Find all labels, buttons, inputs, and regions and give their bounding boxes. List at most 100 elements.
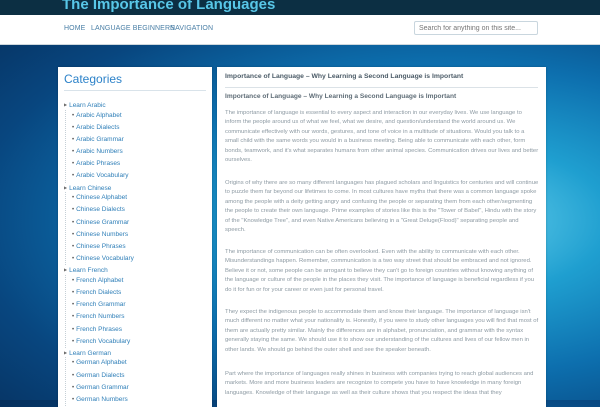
category-link[interactable]: ▶ Learn Chinese xyxy=(64,183,210,193)
bullet-icon: • xyxy=(72,384,75,391)
bullet-icon: • xyxy=(72,314,75,321)
subcategory-label: Arabic Phrases xyxy=(76,160,121,168)
bullet-icon: • xyxy=(72,195,75,202)
bullet-icon: • xyxy=(72,124,75,131)
bullet-icon: • xyxy=(72,289,75,296)
subcategory-list: • Arabic Alphabet • Arabic Dialects • Arabic … xyxy=(65,109,210,183)
bullet-icon: • xyxy=(72,231,75,238)
subcategory-label: Arabic Vocabulary xyxy=(76,172,129,180)
subcategory-list: • Chinese Alphabet • Chinese Dialects • Chine… xyxy=(65,192,210,266)
post-subtitle: Importance of Language – Why Learning a … xyxy=(225,93,457,100)
category-link[interactable]: ▶ Learn German xyxy=(64,348,210,358)
post-paragraph-4: They expect the indigenous people to acc… xyxy=(225,309,539,353)
nav-home[interactable]: HOME xyxy=(64,25,85,32)
post-paragraph-3: The importance of communication can be o… xyxy=(225,249,535,293)
subcategory-link[interactable]: • German Grammar xyxy=(66,382,210,394)
post-content: Importance of Language – Why Learning a … xyxy=(217,67,546,407)
bullet-icon: • xyxy=(72,372,75,379)
nav-navigation[interactable]: NAVIGATION xyxy=(170,25,213,32)
bullet-icon: • xyxy=(72,207,75,214)
subcategory-label: Arabic Alphabet xyxy=(76,111,122,119)
subcategory-link[interactable]: • Arabic Vocabulary xyxy=(66,170,210,182)
subcategory-link[interactable]: • French Alphabet xyxy=(66,275,210,287)
post-title[interactable]: Importance of Language – Why Learning a … xyxy=(225,73,463,80)
subcategory-label: Chinese Vocabulary xyxy=(76,255,134,263)
caret-right-icon: ▶ xyxy=(64,184,68,190)
category-list: ▶ Learn Arabic • Arabic Alphabet • Arabic Dia… xyxy=(64,100,210,407)
subcategory-list: • German Alphabet • German Dialects • German … xyxy=(65,357,210,407)
subcategory-label: Chinese Phrases xyxy=(76,242,126,250)
bullet-icon: • xyxy=(72,173,75,180)
subcategory-label: French Alphabet xyxy=(76,276,124,284)
subcategory-label: German Alphabet xyxy=(76,359,127,367)
subcategory-link[interactable]: • French Phrases xyxy=(66,324,210,336)
subcategory-label: Chinese Grammar xyxy=(76,218,130,226)
subcategory-link[interactable]: • French Grammar xyxy=(66,299,210,311)
bullet-icon: • xyxy=(72,161,75,168)
subcategory-label: French Numbers xyxy=(76,313,125,321)
bullet-icon: • xyxy=(72,277,75,284)
subcategory-link[interactable]: • Chinese Vocabulary xyxy=(66,253,210,265)
bullet-icon: • xyxy=(72,136,75,143)
search-input[interactable] xyxy=(414,21,538,35)
subcategory-label: Chinese Dialects xyxy=(76,206,125,214)
subcategory-label: German Grammar xyxy=(76,383,129,391)
site-title[interactable]: The Importance of Languages xyxy=(62,0,275,13)
subcategory-label: French Vocabulary xyxy=(76,337,131,345)
category-label: Learn German xyxy=(69,349,111,357)
subcategory-label: French Grammar xyxy=(76,301,126,309)
subcategory-link[interactable]: • French Dialects xyxy=(66,287,210,299)
subcategory-link[interactable]: • Arabic Numbers xyxy=(66,146,210,158)
caret-right-icon: ▶ xyxy=(64,349,68,355)
bullet-icon: • xyxy=(72,256,75,263)
bullet-icon: • xyxy=(72,112,75,119)
post-paragraph-5: Part where the importance of languages r… xyxy=(225,371,534,396)
post-divider xyxy=(225,87,538,88)
category-link[interactable]: ▶ Learn French xyxy=(64,265,210,275)
subcategory-label: French Dialects xyxy=(76,288,122,296)
category-group: ▶ Learn German • German Alphabet • German Dia… xyxy=(64,348,210,407)
sidebar-title: Categories xyxy=(64,72,123,86)
subcategory-link[interactable]: • Arabic Phrases xyxy=(66,158,210,170)
subcategory-label: French Phrases xyxy=(76,325,122,333)
subcategory-link[interactable]: • French Vocabulary xyxy=(66,336,210,348)
bullet-icon: • xyxy=(72,326,75,333)
sidebar-divider xyxy=(64,90,206,91)
post-paragraph-2: Origins of why there are so many differe… xyxy=(225,180,539,234)
subcategory-link[interactable]: • Chinese Grammar xyxy=(66,217,210,229)
site-header: The Importance of Languages xyxy=(0,0,600,15)
subcategory-link[interactable]: • German Alphabet xyxy=(66,357,210,369)
subcategory-link[interactable]: • Chinese Alphabet xyxy=(66,192,210,204)
bullet-icon: • xyxy=(72,149,75,156)
bullet-icon: • xyxy=(72,338,75,345)
subcategory-label: Chinese Numbers xyxy=(76,230,129,238)
subcategory-label: Chinese Alphabet xyxy=(76,194,128,202)
subcategory-label: Arabic Dialects xyxy=(76,123,120,131)
subcategory-link[interactable]: • Arabic Grammar xyxy=(66,134,210,146)
nav-language-beginners[interactable]: LANGUAGE BEGINNERS xyxy=(91,25,175,32)
category-label: Learn French xyxy=(69,267,108,275)
category-group: ▶ Learn Chinese • Chinese Alphabet • Chinese … xyxy=(64,183,210,266)
subcategory-link[interactable]: • Arabic Alphabet xyxy=(66,110,210,122)
category-group: ▶ Learn Arabic • Arabic Alphabet • Arabic Dia… xyxy=(64,100,210,183)
bullet-icon: • xyxy=(72,360,75,367)
category-link[interactable]: ▶ Learn Arabic xyxy=(64,100,210,110)
subcategory-label: German Numbers xyxy=(76,395,128,403)
subcategory-link[interactable]: • Chinese Dialects xyxy=(66,204,210,216)
category-label: Learn Arabic xyxy=(69,102,106,109)
subcategory-link[interactable]: • German Numbers xyxy=(66,394,210,406)
bullet-icon: • xyxy=(72,243,75,250)
subcategory-link[interactable]: • Arabic Dialects xyxy=(66,122,210,134)
subcategory-label: Arabic Grammar xyxy=(76,135,124,143)
post-paragraph-1: The importance of language is essential … xyxy=(225,110,539,164)
subcategory-link[interactable]: • French Numbers xyxy=(66,311,210,323)
category-group: ▶ Learn French • French Alphabet • French Dia… xyxy=(64,265,210,348)
caret-right-icon: ▶ xyxy=(64,102,68,107)
subcategory-link[interactable]: • German Dialects xyxy=(66,370,210,382)
subcategory-link[interactable]: • Chinese Phrases xyxy=(66,241,210,253)
categories-sidebar: Categories ▶ Learn Arabic • Arabic Alphabet… xyxy=(58,67,212,407)
bullet-icon: • xyxy=(72,219,75,226)
caret-right-icon: ▶ xyxy=(64,267,68,273)
bullet-icon: • xyxy=(72,302,75,309)
subcategory-link[interactable]: • Chinese Numbers xyxy=(66,229,210,241)
